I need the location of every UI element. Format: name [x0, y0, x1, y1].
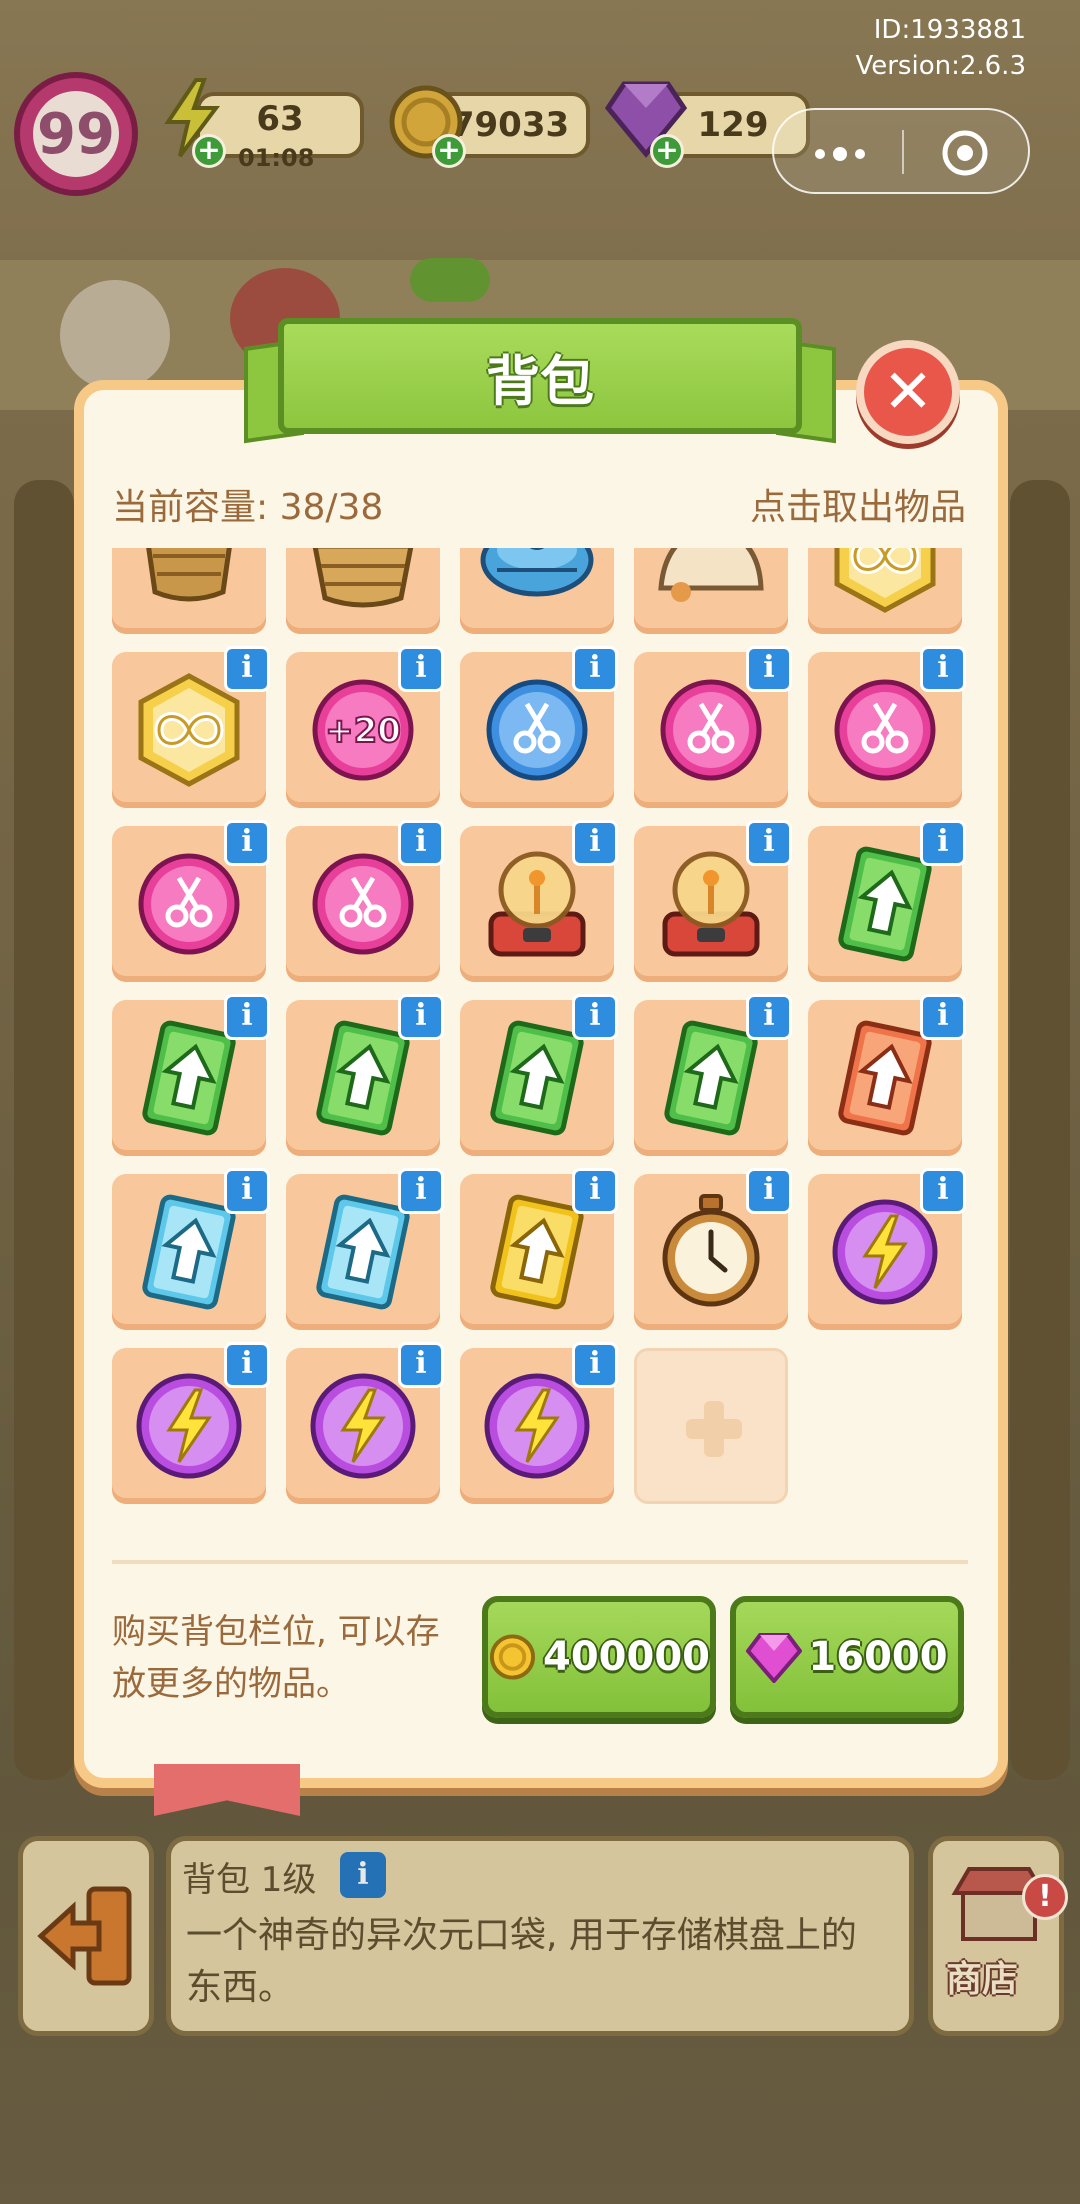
close-button[interactable]: ✕	[856, 340, 960, 444]
close-icon: ✕	[882, 357, 934, 427]
energy-value: 63	[256, 99, 304, 139]
info-icon[interactable]: i	[398, 646, 444, 692]
info-icon[interactable]: i	[920, 820, 966, 866]
wicker-basket-small-icon	[146, 548, 232, 602]
version-info: ID:1933881 Version:2.6.3	[855, 12, 1026, 84]
add-gems-button[interactable]: +	[650, 134, 684, 168]
info-icon[interactable]: i	[398, 994, 444, 1040]
info-icon[interactable]: i	[398, 1342, 444, 1388]
player-level-value: 99	[33, 91, 119, 177]
backpack-slot[interactable]: i	[808, 994, 966, 1156]
buy-slot-gem-button[interactable]: 16000	[730, 1596, 964, 1718]
backpack-slot[interactable]: i	[460, 1168, 618, 1330]
info-icon[interactable]: i	[746, 994, 792, 1040]
info-icon[interactable]: i	[224, 1168, 270, 1214]
info-icon[interactable]: i	[224, 820, 270, 866]
empty-slot[interactable]	[634, 1348, 788, 1504]
info-icon[interactable]: i	[572, 1168, 618, 1214]
target-circle-icon[interactable]	[940, 128, 990, 178]
more-dots-icon[interactable]	[810, 134, 870, 174]
info-icon[interactable]: i	[224, 994, 270, 1040]
exit-button[interactable]	[18, 1836, 154, 2036]
buy-slot-gold-button[interactable]: 400000	[482, 1596, 716, 1718]
item-title: 背包 1级	[182, 1860, 317, 1900]
add-energy-button[interactable]: +	[192, 134, 226, 168]
buy-gem-price: 16000	[808, 1634, 948, 1680]
shop-label: 商店	[946, 1959, 1019, 2000]
info-icon[interactable]: i	[920, 1168, 966, 1214]
backpack-slot[interactable]: i	[634, 1168, 792, 1330]
svg-text:+20: +20	[325, 711, 401, 751]
backpack-slot[interactable]	[460, 548, 614, 634]
player-level-badge[interactable]: 99	[14, 72, 138, 196]
backpack-slot[interactable]: i	[460, 646, 618, 808]
backpack-slot[interactable]	[112, 548, 266, 634]
backpack-slot[interactable]: i	[112, 1168, 270, 1330]
backpack-slot[interactable]: i	[460, 994, 618, 1156]
miniprogram-capsule	[772, 108, 1030, 194]
backpack-slot[interactable]: i	[808, 820, 966, 982]
backpack-slot[interactable]: i	[286, 1342, 444, 1504]
backpack-slot[interactable]: i	[460, 820, 618, 982]
backpack-slot[interactable]: i	[286, 1168, 444, 1330]
info-icon[interactable]: i	[746, 1168, 792, 1214]
backpack-slot[interactable]: i	[634, 646, 792, 808]
backpack-slot[interactable]: i	[112, 646, 270, 808]
modal-title: 背包	[278, 318, 802, 434]
robot-vacuum-icon	[480, 548, 594, 597]
info-icon[interactable]: i	[224, 646, 270, 692]
take-out-hint: 点击取出物品	[749, 487, 966, 528]
info-icon[interactable]: i	[572, 1342, 618, 1388]
player-id: ID:1933881	[873, 15, 1026, 45]
info-icon[interactable]: i	[572, 994, 618, 1040]
info-icon[interactable]: i	[920, 646, 966, 692]
buy-gold-price: 400000	[543, 1634, 710, 1680]
backpack-slot[interactable]: i	[112, 820, 270, 982]
energy-timer: 01:08	[238, 144, 315, 172]
backpack-slot[interactable]: i	[112, 994, 270, 1156]
shop-button[interactable]	[928, 1836, 1064, 2036]
backpack-slot[interactable]: i	[112, 1342, 270, 1504]
add-coins-button[interactable]: +	[432, 134, 466, 168]
capacity-label: 当前容量: 38/38	[112, 487, 384, 528]
backpack-slot[interactable]: i	[460, 1342, 618, 1504]
info-icon[interactable]: i	[920, 994, 966, 1040]
wicker-basket-icon	[312, 548, 414, 608]
backpack-slot[interactable]: i	[808, 646, 966, 808]
info-icon[interactable]: i	[398, 820, 444, 866]
app-version: Version:2.6.3	[855, 51, 1026, 81]
info-icon[interactable]: i	[572, 820, 618, 866]
info-icon[interactable]: i	[572, 646, 618, 692]
item-description: 一个神奇的异次元口袋, 用于存储棋盘上的东西。	[186, 1915, 857, 2008]
exit-door-icon	[37, 1886, 132, 1986]
backpack-slot[interactable]: i	[286, 994, 444, 1156]
shop-alert-badge: !	[1022, 1874, 1068, 1920]
backpack-slot[interactable]	[634, 548, 788, 634]
info-icon[interactable]: i	[746, 646, 792, 692]
backpack-slot[interactable]: i	[634, 820, 792, 982]
backpack-slot[interactable]: i	[808, 1168, 966, 1330]
info-icon[interactable]: i	[746, 820, 792, 866]
item-info-button[interactable]: i	[340, 1852, 386, 1898]
coin-value: 79033	[450, 105, 570, 145]
backpack-slot[interactable]: i	[286, 820, 444, 982]
divider	[112, 1560, 968, 1564]
cream-bun-icon	[658, 548, 764, 602]
infinity-hexagon-icon	[834, 548, 936, 613]
buy-slot-description: 购买背包栏位, 可以存放更多的物品。	[112, 1612, 440, 1704]
info-icon[interactable]: i	[398, 1168, 444, 1214]
backpack-slot[interactable]	[808, 548, 962, 634]
backpack-slot[interactable]: i	[634, 994, 792, 1156]
coin-icon	[489, 1634, 536, 1680]
plus-icon	[686, 1401, 742, 1457]
backpack-grid: i +20 i i i i i i i i i i i i i i i i i i i i i i	[112, 548, 968, 1538]
backpack-slot[interactable]	[286, 548, 440, 634]
backpack-slot[interactable]: +20 i	[286, 646, 444, 808]
gem-value: 129	[697, 105, 769, 145]
info-icon[interactable]: i	[224, 1342, 270, 1388]
gem-icon	[746, 1633, 803, 1683]
